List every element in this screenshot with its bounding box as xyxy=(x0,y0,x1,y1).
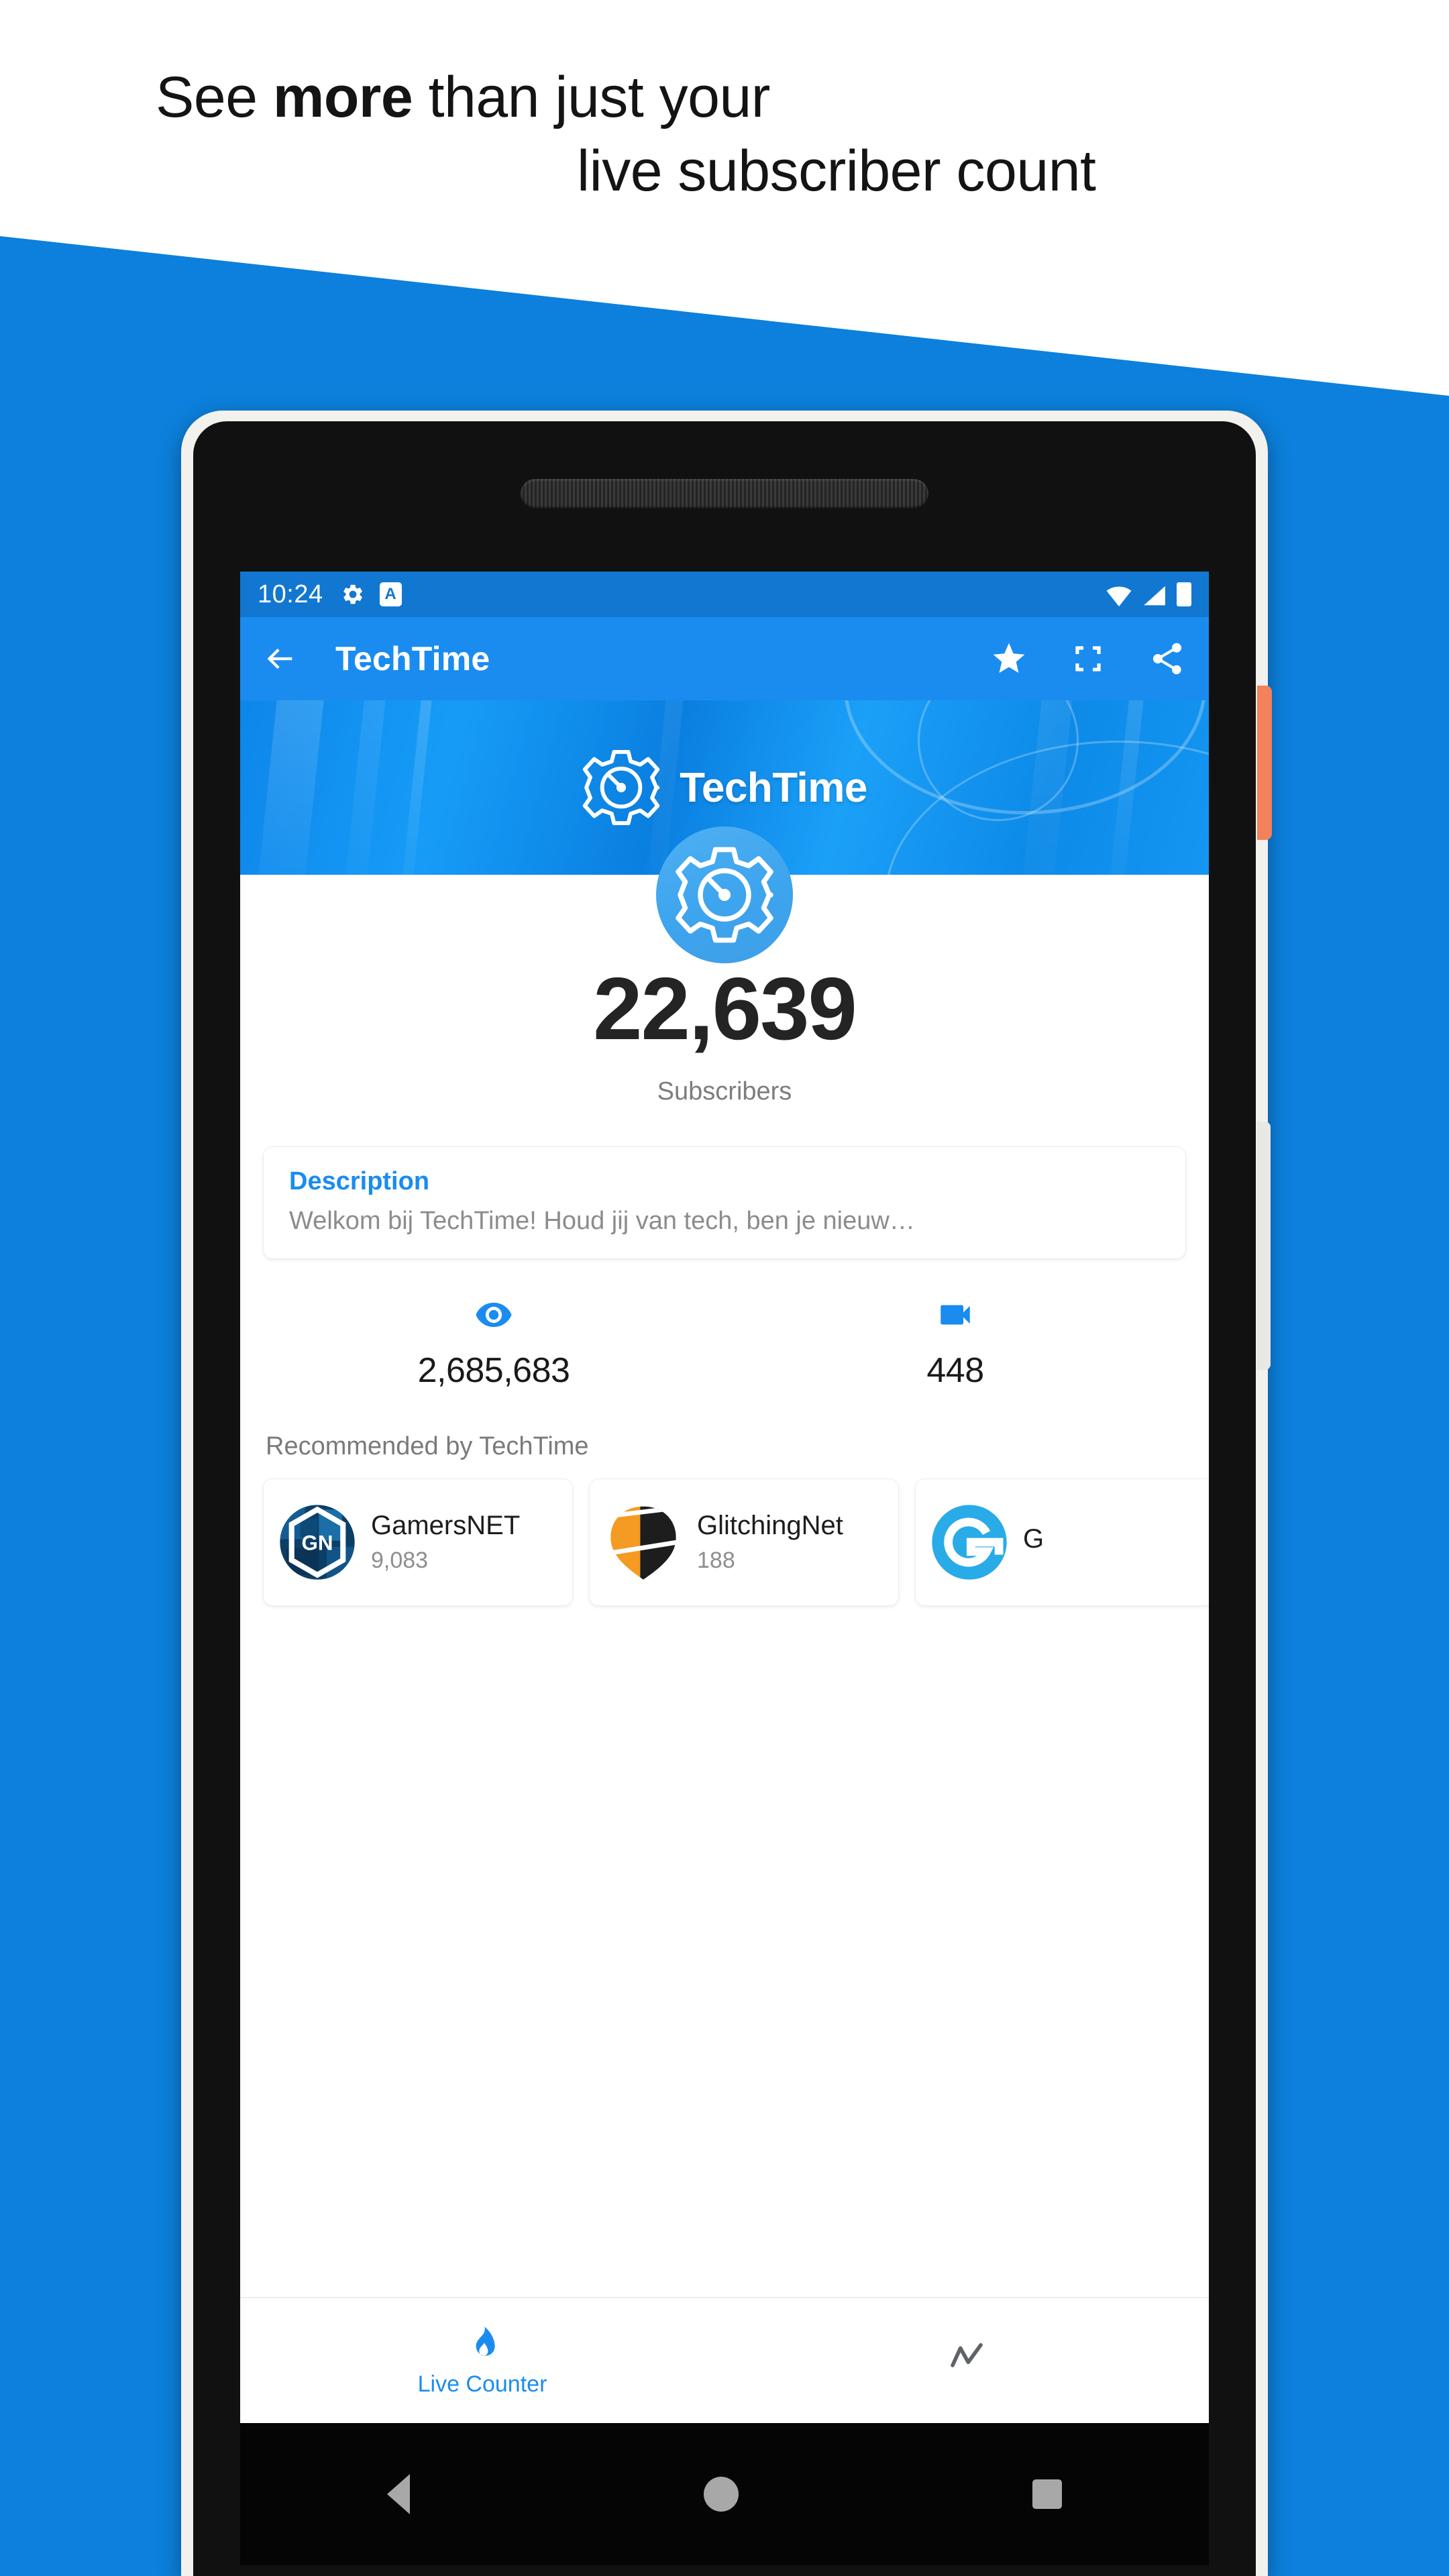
volume-rocker-button[interactable] xyxy=(1257,1122,1271,1370)
svg-text:GN: GN xyxy=(302,1532,333,1555)
banner-logo-row: TechTime xyxy=(240,748,1209,827)
tab-live-counter-label: Live Counter xyxy=(417,2371,547,2397)
recommended-list[interactable]: GN GamersNET 9,083 GlitchingNet 188 G xyxy=(240,1479,1209,1606)
video-camera-icon xyxy=(724,1295,1186,1334)
recommended-card-meta: GamersNET 9,083 xyxy=(371,1511,520,1574)
subscriber-count: 22,639 xyxy=(593,959,857,1058)
keyboard-language-icon: A xyxy=(379,582,402,606)
promo-headline-emphasis: more xyxy=(272,65,413,129)
phone-speaker-grille xyxy=(521,479,928,508)
stat-views-value: 2,685,683 xyxy=(417,1351,570,1390)
stat-videos: 448 xyxy=(724,1295,1186,1391)
gear-speedometer-icon xyxy=(582,749,660,826)
app-bar: TechTime xyxy=(240,617,1209,700)
status-bar: 10:24 A xyxy=(240,572,1209,617)
wifi-icon xyxy=(1106,586,1132,606)
back-arrow-icon[interactable] xyxy=(263,641,298,676)
flame-icon xyxy=(476,2326,495,2356)
promo-headline: See more than just your live subscriber … xyxy=(0,60,1342,208)
power-button[interactable] xyxy=(1257,686,1272,840)
channel-avatar xyxy=(656,826,793,963)
recommended-card[interactable]: GN GamersNET 9,083 xyxy=(263,1479,573,1606)
description-body: Welkom bij TechTime! Houd jij van tech, … xyxy=(289,1207,915,1235)
phone-screen: 10:24 A TechTime TechTime 22,639 Subscri… xyxy=(240,572,1209,2423)
signal-icon xyxy=(1144,586,1165,606)
favorite-star-icon[interactable] xyxy=(990,640,1028,678)
status-left-icons: A xyxy=(341,582,402,606)
recommended-card-name: GlitchingNet xyxy=(697,1511,843,1540)
blue-g-circle-logo xyxy=(932,1505,1007,1580)
gear-speedometer-icon xyxy=(676,847,773,943)
stat-views: 2,685,683 xyxy=(263,1295,724,1391)
recommended-card-count: 188 xyxy=(697,1548,735,1573)
promo-headline-line-1: See more than just your xyxy=(0,60,1342,134)
eye-icon xyxy=(263,1295,724,1334)
recommended-card-name: G xyxy=(1023,1523,1044,1554)
bottom-navigation: Live Counter xyxy=(240,2297,1209,2423)
recents-square-icon[interactable] xyxy=(1032,2479,1062,2509)
promo-headline-suffix: than just your xyxy=(413,65,771,129)
trend-line-icon xyxy=(951,2343,983,2367)
tab-statistics[interactable] xyxy=(724,2298,1209,2423)
stat-videos-value: 448 xyxy=(926,1351,984,1390)
app-bar-actions xyxy=(990,640,1186,678)
promo-headline-prefix: See xyxy=(156,65,273,129)
channel-content: 22,639 Subscribers Description Welkom bi… xyxy=(240,875,1209,1606)
glitchingnet-shield-logo xyxy=(610,1506,676,1580)
recommended-card[interactable]: G xyxy=(915,1479,1209,1606)
gamersnet-hexagon-logo: GN xyxy=(280,1505,355,1580)
tab-live-counter[interactable]: Live Counter xyxy=(240,2298,724,2423)
recommended-card-count: 9,083 xyxy=(371,1548,429,1573)
status-right-icons xyxy=(1106,582,1191,606)
gear-icon xyxy=(343,584,362,604)
share-icon[interactable] xyxy=(1148,640,1186,678)
fullscreen-icon[interactable] xyxy=(1069,640,1107,678)
recommended-title: Recommended by TechTime xyxy=(266,1432,589,1460)
android-navigation-bar xyxy=(240,2423,1209,2565)
app-bar-title: TechTime xyxy=(335,640,490,678)
recommended-card-meta: G xyxy=(1023,1524,1044,1561)
recommended-card-meta: GlitchingNet 188 xyxy=(697,1511,843,1574)
home-circle-icon[interactable] xyxy=(704,2477,739,2512)
phone-mockup: 10:24 A TechTime TechTime 22,639 Subscri… xyxy=(181,411,1281,2576)
battery-icon xyxy=(1177,582,1191,606)
recommended-card[interactable]: GlitchingNet 188 xyxy=(589,1479,899,1606)
stats-row: 2,685,683 448 xyxy=(240,1295,1209,1391)
back-triangle-icon[interactable] xyxy=(387,2474,410,2514)
status-time: 10:24 xyxy=(258,580,323,608)
description-card[interactable]: Description Welkom bij TechTime! Houd ji… xyxy=(263,1146,1186,1259)
subscriber-label: Subscribers xyxy=(657,1077,792,1106)
promo-headline-line-2: live subscriber count xyxy=(577,139,1096,204)
banner-channel-name: TechTime xyxy=(680,764,867,811)
recommended-card-name: GamersNET xyxy=(371,1511,521,1540)
description-title: Description xyxy=(289,1167,430,1195)
